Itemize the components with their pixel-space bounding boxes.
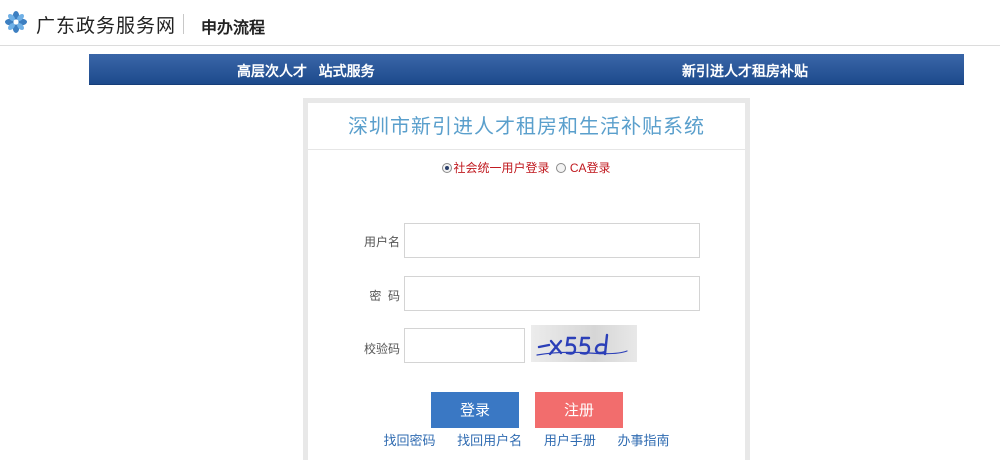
login-button[interactable]: 登录 [431,392,519,428]
guangdong-logo-icon[interactable] [4,10,28,34]
help-links: 找回密码 找回用户名 用户手册 办事指南 [308,430,745,449]
recover-password-link[interactable]: 找回密码 [384,433,436,448]
login-panel: 深圳市新引进人才租房和生活补贴系统 社会统一用户登录 CA登录 用户名 密 码 … [303,98,750,460]
captcha-input[interactable] [404,328,525,363]
system-title: 深圳市新引进人才租房和生活补贴系统 [308,103,745,150]
login-type-selector: 社会统一用户登录 CA登录 [308,159,745,176]
top-header: 广东政务服务网 申办流程 [0,0,1000,46]
captcha-label: 校验码 [363,342,400,356]
banner-left-text: 高层次人才 站式服务 [237,63,375,79]
social-login-radio[interactable] [442,163,453,173]
social-login-label[interactable]: 社会统一用户登录 [453,161,549,175]
recover-username-link[interactable]: 找回用户名 [457,433,522,448]
user-manual-link[interactable]: 用户手册 [544,433,596,448]
captcha-image[interactable] [531,325,637,362]
ca-login-label[interactable]: CA登录 [570,161,611,175]
ca-login-radio[interactable] [555,163,566,173]
username-label: 用户名 [363,235,400,249]
register-button[interactable]: 注册 [535,392,623,428]
page-tag: 申办流程 [201,20,266,37]
password-input[interactable] [404,276,700,311]
service-banner: 高层次人才 站式服务 新引进人才租房补贴 [89,54,964,85]
banner-right-text: 新引进人才租房补贴 [682,63,808,79]
username-input[interactable] [404,223,700,258]
password-label: 密 码 [369,289,400,303]
service-guide-link[interactable]: 办事指南 [617,433,669,448]
header-divider [183,14,184,34]
site-name[interactable]: 广东政务服务网 [36,11,176,38]
